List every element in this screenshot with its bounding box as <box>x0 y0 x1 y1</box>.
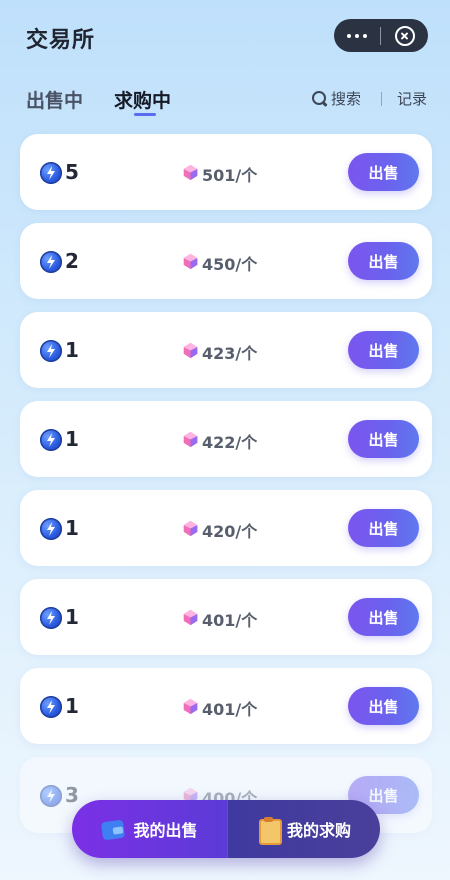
order-row: 1 423/个 出售 <box>20 312 432 388</box>
sell-button[interactable]: 出售 <box>348 687 419 725</box>
my-sales-label: 我的出售 <box>133 821 198 840</box>
sell-button[interactable]: 出售 <box>348 509 419 547</box>
gem-icon <box>183 520 198 537</box>
order-row: 1 422/个 出售 <box>20 401 432 477</box>
order-row: 1 401/个 出售 <box>20 579 432 655</box>
close-button[interactable] <box>381 19 428 52</box>
order-quantity: 1 <box>65 694 79 718</box>
order-price: 422/个 <box>202 433 258 452</box>
sell-button[interactable]: 出售 <box>348 420 419 458</box>
my-requests-button[interactable]: 我的求购 <box>227 800 380 858</box>
order-quantity: 1 <box>65 516 79 540</box>
order-quantity: 5 <box>65 160 79 184</box>
energy-icon <box>40 785 62 807</box>
energy-icon <box>40 251 62 273</box>
order-price: 450/个 <box>202 255 258 274</box>
search-button[interactable]: 搜索 <box>312 88 361 109</box>
order-row: 5 501/个 出售 <box>20 134 432 210</box>
energy-icon <box>40 340 62 362</box>
sell-button[interactable]: 出售 <box>348 331 419 369</box>
active-tab-indicator <box>134 113 156 116</box>
order-price: 420/个 <box>202 522 258 541</box>
energy-icon <box>40 607 62 629</box>
gem-icon <box>183 342 198 359</box>
more-dots-icon[interactable] <box>334 19 380 52</box>
close-circle-icon <box>394 25 415 46</box>
order-quantity: 1 <box>65 427 79 451</box>
search-icon <box>312 90 328 107</box>
search-label: 搜索 <box>331 90 362 108</box>
toolbar-divider <box>381 92 382 106</box>
wallet-icon <box>101 817 127 841</box>
sell-button[interactable]: 出售 <box>348 153 419 191</box>
order-quantity: 3 <box>65 783 79 807</box>
records-button[interactable]: 记录 <box>397 88 427 109</box>
order-price: 401/个 <box>202 611 258 630</box>
gem-icon <box>183 164 198 181</box>
order-row: 1 420/个 出售 <box>20 490 432 566</box>
gem-icon <box>183 609 198 626</box>
order-row: 1 401/个 出售 <box>20 668 432 744</box>
order-row: 2 450/个 出售 <box>20 223 432 299</box>
order-quantity: 1 <box>65 605 79 629</box>
energy-icon <box>40 162 62 184</box>
gem-icon <box>183 253 198 270</box>
sell-button[interactable]: 出售 <box>348 598 419 636</box>
order-price: 423/个 <box>202 344 258 363</box>
order-quantity: 1 <box>65 338 79 362</box>
sell-button[interactable]: 出售 <box>348 242 419 280</box>
energy-icon <box>40 429 62 451</box>
gem-icon <box>183 431 198 448</box>
order-price: 501/个 <box>202 166 258 185</box>
my-sales-button[interactable]: 我的出售 <box>72 800 227 858</box>
gem-icon <box>183 698 198 715</box>
bottom-action-bar: 我的出售 我的求购 <box>72 800 380 858</box>
tab-buying[interactable]: 求购中 <box>114 86 171 113</box>
my-requests-label: 我的求购 <box>286 821 351 840</box>
mini-program-capsule <box>334 19 428 52</box>
tab-selling[interactable]: 出售中 <box>26 86 83 113</box>
page-title: 交易所 <box>26 28 96 53</box>
energy-icon <box>40 696 62 718</box>
order-quantity: 2 <box>65 249 79 273</box>
energy-icon <box>40 518 62 540</box>
title-bar: 交易所 <box>0 0 450 72</box>
clipboard-icon <box>257 816 282 845</box>
tab-bar: 出售中 求购中 搜索 记录 <box>0 80 450 120</box>
order-price: 401/个 <box>202 700 258 719</box>
